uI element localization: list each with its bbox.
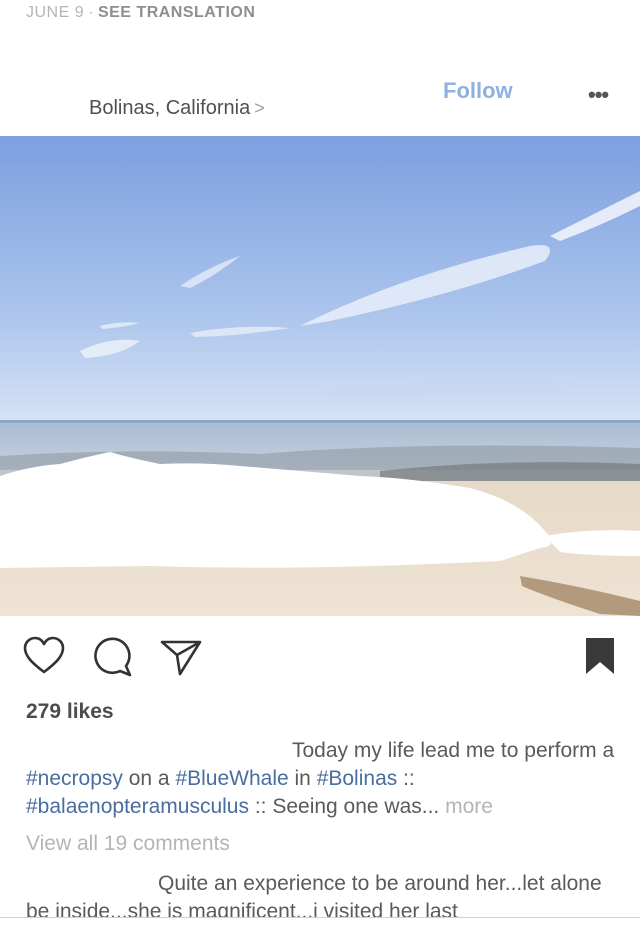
caption-text: on a (122, 767, 176, 790)
divider (0, 917, 640, 918)
separator-dot: · (88, 4, 94, 21)
hashtag-link[interactable]: #BlueWhale (175, 767, 288, 790)
caption-text: :: Seeing one was... (248, 795, 440, 818)
location-label: Bolinas, California (89, 97, 251, 119)
post-date-line: JUNE 9 · SEE TRANSLATION (26, 4, 255, 22)
caption-text: :: (397, 767, 415, 790)
share-icon[interactable] (160, 636, 202, 683)
post-caption: Today my life lead me to perform a #necr… (26, 737, 616, 821)
see-translation-link[interactable]: SEE TRANSLATION (98, 4, 255, 21)
post-actions (0, 636, 640, 684)
follow-button[interactable]: Follow (443, 78, 513, 104)
beach-photo-image (0, 136, 640, 616)
hashtag-link[interactable]: #Bolinas (317, 767, 398, 790)
post-date: JUNE 9 (26, 4, 85, 21)
heart-icon[interactable] (22, 636, 66, 681)
post-header: Bolinas, California > Follow ••• (0, 60, 640, 136)
more-options-icon[interactable]: ••• (588, 82, 609, 108)
hashtag-link[interactable]: #necropsy (26, 767, 123, 790)
view-all-comments-link[interactable]: View all 19 comments (26, 832, 230, 856)
comment-text: Quite an experience to be around her...l… (26, 872, 602, 917)
location-link[interactable]: Bolinas, California > (89, 97, 265, 120)
post-photo[interactable] (0, 136, 640, 616)
caption-text: Today my life lead me to perform a (292, 739, 615, 762)
likes-count[interactable]: 279 likes (26, 700, 114, 724)
more-link[interactable]: more (439, 795, 493, 818)
hashtag-link[interactable]: #balaenopteramusculus (26, 795, 249, 818)
caption-text: in (288, 767, 317, 790)
comment-preview: Quite an experience to be around her...l… (26, 870, 616, 917)
chevron-right-icon: > (254, 98, 265, 118)
bookmark-icon[interactable] (584, 636, 616, 681)
comment-icon[interactable] (92, 636, 134, 683)
